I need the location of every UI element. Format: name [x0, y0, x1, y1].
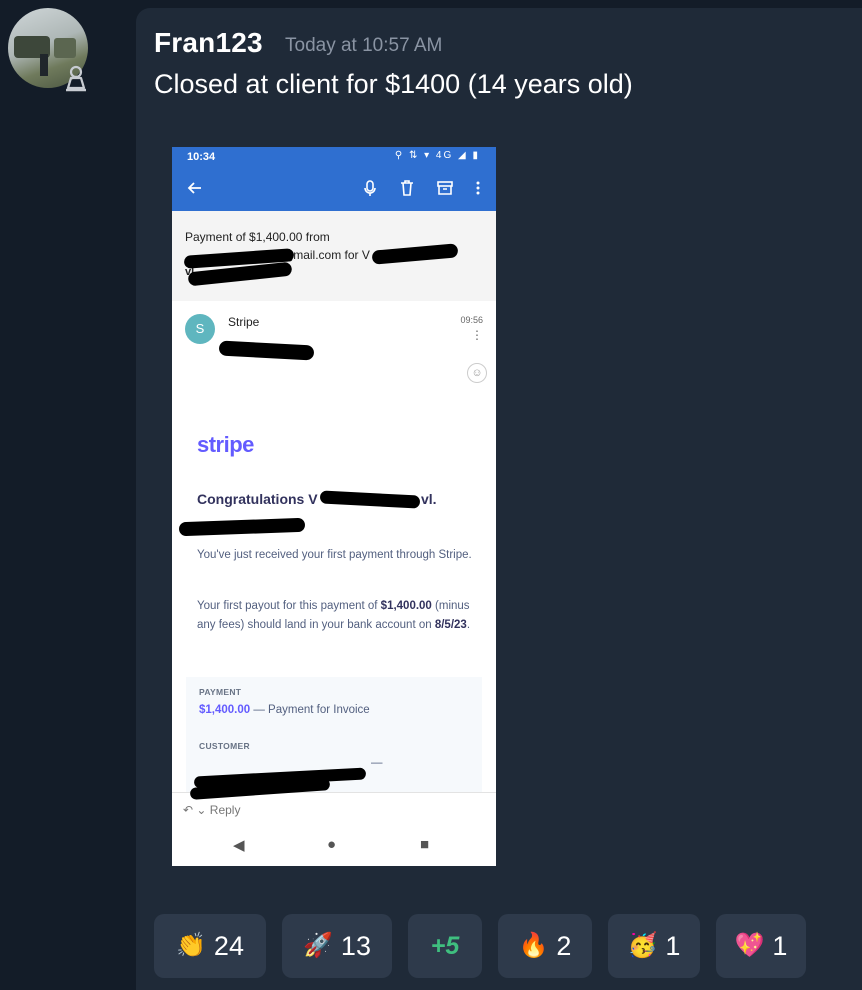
reaction-count: 13	[340, 930, 371, 961]
sparkling-heart-icon: 💖	[734, 932, 765, 959]
mail-app-bar	[172, 167, 496, 211]
trash-icon	[401, 180, 413, 196]
left-rail	[0, 0, 136, 990]
mail-more-icon: ⋮	[471, 328, 483, 342]
reaction-count: 2	[556, 930, 572, 961]
avatar-person	[40, 54, 48, 76]
microphone-icon	[364, 180, 376, 196]
sender-name: Stripe	[228, 315, 260, 329]
reaction-party[interactable]: 🥳 1	[608, 914, 700, 978]
message-card: Fran123 Today at 10:57 AM Closed at clie…	[136, 8, 862, 990]
nav-back-icon: ◀	[233, 837, 245, 854]
reaction-clap[interactable]: 👏 24	[154, 914, 266, 978]
phone-status-bar: 10:34 ⚲ ⇅ ▾ 4G ◢ ▮	[172, 147, 496, 167]
android-nav-bar: ◀ ● ■	[172, 826, 496, 866]
fire-icon: 🔥	[518, 932, 549, 959]
more-vert-icon	[476, 181, 480, 195]
customer-dash: —	[371, 757, 383, 769]
mail-time: 09:56	[460, 315, 483, 325]
reaction-count: 1	[772, 930, 788, 961]
party-face-icon: 🥳	[627, 932, 658, 959]
first-payment-text: You've just received your first payment …	[197, 549, 472, 561]
nav-recent-icon: ■	[420, 836, 430, 853]
payment-value: $1,400.00 — Payment for Invoice	[199, 704, 370, 716]
congrats-heading: Congratulations V	[197, 491, 318, 507]
payment-label: PAYMENT	[199, 687, 242, 697]
reaction-heart[interactable]: 💖 1	[716, 914, 806, 978]
reaction-rocket[interactable]: 🚀 13	[282, 914, 392, 978]
redaction	[178, 517, 306, 537]
nav-home-icon: ●	[327, 836, 337, 853]
emoji-reaction-icon: ☺	[467, 363, 487, 383]
clap-icon: 👏	[176, 932, 206, 959]
reaction-count: 24	[213, 930, 244, 961]
pawn-icon	[66, 65, 86, 92]
rocket-icon: 🚀	[303, 932, 333, 959]
payout-text: Your first payout for this payment of $1…	[197, 600, 471, 631]
subject-line-1: Payment of $1,400.00 from	[185, 230, 330, 244]
attached-screenshot[interactable]: 10:34 ⚲ ⇅ ▾ 4G ◢ ▮ Payment of $1,400.00 …	[172, 147, 496, 866]
reaction-count: 1	[665, 930, 681, 961]
congrats-heading-end: vl.	[421, 491, 437, 507]
status-icons: ⚲ ⇅ ▾ 4G ◢ ▮	[394, 150, 480, 161]
reply-button: ↶ ⌄ Reply	[183, 803, 241, 817]
message-text: Closed at client for $1400 (14 years old…	[154, 69, 633, 99]
reaction-fire[interactable]: 🔥 2	[498, 914, 592, 978]
archive-icon	[437, 181, 453, 195]
customer-label: CUSTOMER	[199, 741, 250, 751]
reaction-more[interactable]: +5	[408, 914, 482, 978]
sender-avatar: S	[185, 314, 215, 344]
avatar-vehicle-2	[54, 38, 76, 58]
message-timestamp: Today at 10:57 AM	[285, 35, 443, 56]
status-time: 10:34	[187, 151, 216, 163]
back-arrow-icon	[187, 182, 201, 194]
redaction	[218, 340, 315, 361]
stripe-logo: stripe	[197, 432, 254, 457]
more-reactions-count: +5	[430, 931, 460, 960]
author-name[interactable]: Fran123	[154, 27, 263, 59]
redaction	[319, 490, 421, 509]
